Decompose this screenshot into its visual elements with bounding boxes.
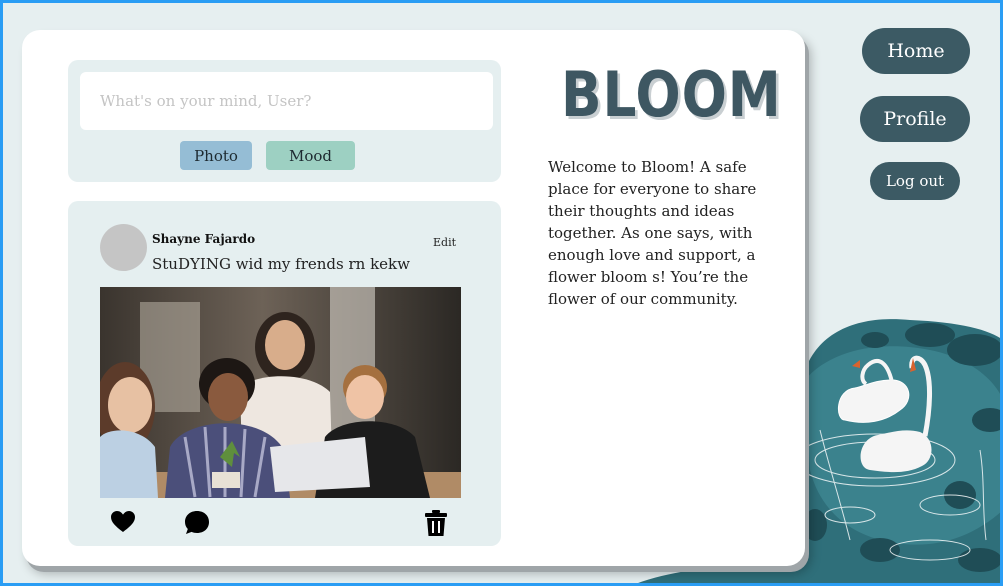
profile-button[interactable]: Profile [860, 96, 970, 142]
welcome-text: Welcome to Bloom! A safe place for every… [548, 158, 757, 308]
post-text: StuDYING wid my frends rn kekw [152, 255, 410, 273]
post-image [100, 287, 461, 498]
bloom-logo: BLOOM [561, 58, 782, 131]
post-card: Shayne Fajardo StuDYING wid my frends rn… [68, 201, 501, 546]
status-input[interactable] [80, 72, 493, 130]
post-composer: Photo Mood [68, 60, 501, 182]
edit-link[interactable]: Edit [433, 236, 456, 249]
post-author: Shayne Fajardo [152, 232, 256, 246]
home-button[interactable]: Home [862, 28, 970, 74]
avatar [100, 224, 147, 271]
mood-button[interactable]: Mood [266, 141, 355, 170]
photo-button[interactable]: Photo [180, 141, 252, 170]
main-card: Photo Mood Shayne Fajardo StuDYING wid m… [22, 30, 805, 566]
comment-icon[interactable] [184, 510, 210, 540]
heart-icon[interactable] [110, 510, 136, 538]
trash-icon[interactable] [424, 510, 448, 541]
logout-button[interactable]: Log out [870, 162, 960, 200]
